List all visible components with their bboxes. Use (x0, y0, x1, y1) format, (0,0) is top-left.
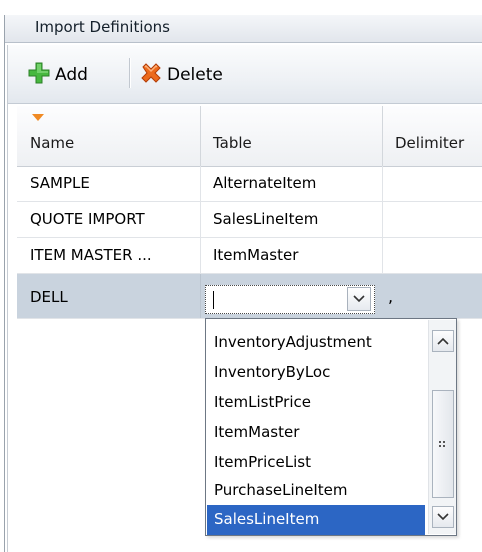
toolbar: Add Delete (8, 45, 482, 104)
cell-text: QUOTE IMPORT (30, 210, 145, 228)
dropdown-option[interactable]: ItemListPrice (207, 388, 425, 418)
option-text: InventoryAdjustment (214, 333, 372, 351)
cell-name[interactable]: QUOTE IMPORT (17, 202, 201, 237)
toolbar-separator (129, 58, 130, 88)
scroll-up-button[interactable] (432, 330, 454, 352)
panel-border (4, 15, 5, 552)
dropdown-option[interactable]: ItemMaster (207, 418, 425, 448)
option-text: PurchaseLineItem (214, 481, 348, 499)
add-button[interactable]: Add (28, 60, 88, 90)
chevron-up-icon (437, 337, 449, 345)
cell-name[interactable]: SAMPLE (17, 166, 201, 201)
cell-table[interactable]: AlternateItem (200, 166, 383, 201)
column-header-label: Table (213, 134, 252, 152)
option-text: InventoryByLoc (214, 363, 331, 381)
dropdown-option[interactable]: InventoryByLoc (207, 358, 425, 388)
combo-dropdown-button[interactable] (347, 287, 371, 311)
dropdown-scrollbar[interactable] (428, 320, 456, 534)
add-button-label: Add (55, 65, 88, 85)
cell-name[interactable]: DELL (17, 274, 201, 318)
grip-icon (439, 441, 445, 447)
option-text: ItemPriceList (214, 453, 311, 471)
cell-delimiter[interactable] (382, 202, 482, 237)
panel-title-bar: Import Definitions (5, 15, 482, 43)
cell-text: DELL (30, 288, 68, 306)
cell-name[interactable]: ITEM MASTER ... (17, 238, 201, 273)
cell-table[interactable]: SalesLineItem (200, 202, 383, 237)
delete-x-icon (140, 62, 162, 88)
delimiter-value[interactable]: , (388, 287, 393, 306)
panel-inner-border (7, 45, 8, 552)
table-dropdown-list: InventoryAdjustment InventoryByLoc ItemL… (205, 318, 457, 536)
grid-header: Name Table Delimiter (17, 106, 482, 167)
delete-button-label: Delete (167, 65, 223, 85)
cell-delimiter[interactable] (382, 166, 482, 201)
option-text: ItemListPrice (214, 393, 311, 411)
import-definitions-panel: Import Definitions Add Delete Name Table… (0, 0, 482, 552)
cell-text: ItemMaster (213, 246, 299, 264)
dropdown-option[interactable]: ItemPriceList (207, 448, 425, 478)
column-header-label: Name (30, 134, 75, 152)
column-header-delimiter[interactable]: Delimiter (382, 106, 482, 166)
cell-text: AlternateItem (213, 174, 317, 192)
option-text: SalesLineItem (214, 510, 320, 528)
sort-arrow-icon (32, 114, 44, 121)
table-combo-editor[interactable] (205, 285, 375, 314)
cell-table[interactable]: ItemMaster (200, 238, 383, 273)
panel-title: Import Definitions (35, 18, 170, 36)
text-caret (213, 291, 214, 309)
option-text: ItemMaster (214, 423, 300, 441)
cell-text: ITEM MASTER ... (30, 246, 152, 264)
table-row[interactable]: SAMPLE AlternateItem (17, 166, 482, 202)
cell-text: SAMPLE (30, 174, 90, 192)
column-header-label: Delimiter (395, 134, 465, 152)
cell-delimiter[interactable] (382, 238, 482, 273)
table-row[interactable]: QUOTE IMPORT SalesLineItem (17, 202, 482, 238)
column-header-name[interactable]: Name (17, 106, 201, 166)
scroll-down-button[interactable] (432, 506, 454, 528)
chevron-down-icon (353, 295, 365, 303)
delete-button[interactable]: Delete (140, 60, 223, 90)
plus-icon (28, 62, 50, 88)
table-row[interactable]: ITEM MASTER ... ItemMaster (17, 238, 482, 274)
dropdown-option[interactable]: PurchaseLineItem (207, 476, 425, 506)
scroll-thumb[interactable] (432, 390, 454, 498)
cell-text: SalesLineItem (213, 210, 319, 228)
column-header-table[interactable]: Table (200, 106, 383, 166)
chevron-down-icon (437, 513, 449, 521)
dropdown-option-selected[interactable]: SalesLineItem (207, 505, 425, 535)
dropdown-option[interactable]: InventoryAdjustment (207, 328, 425, 358)
